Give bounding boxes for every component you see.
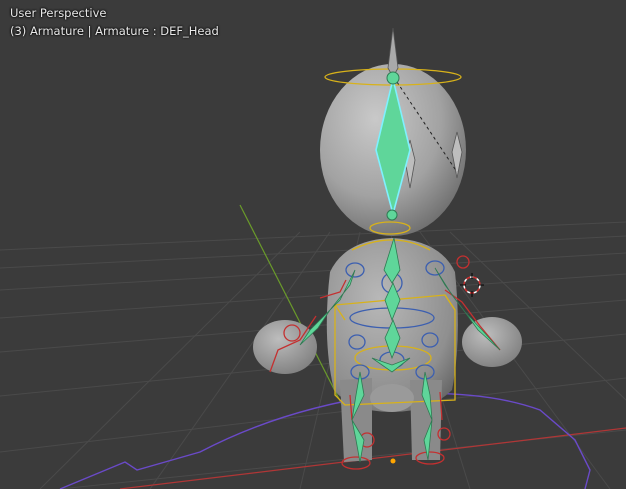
purple-path-curve [59, 392, 591, 489]
viewport-scene[interactable] [0, 0, 626, 489]
object-origin [390, 458, 396, 464]
3d-viewport[interactable]: User Perspective (3) Armature | Armature… [0, 0, 626, 489]
viewport-context-label: (3) Armature | Armature : DEF_Head [10, 24, 219, 38]
viewport-perspective-label: User Perspective [10, 6, 107, 20]
